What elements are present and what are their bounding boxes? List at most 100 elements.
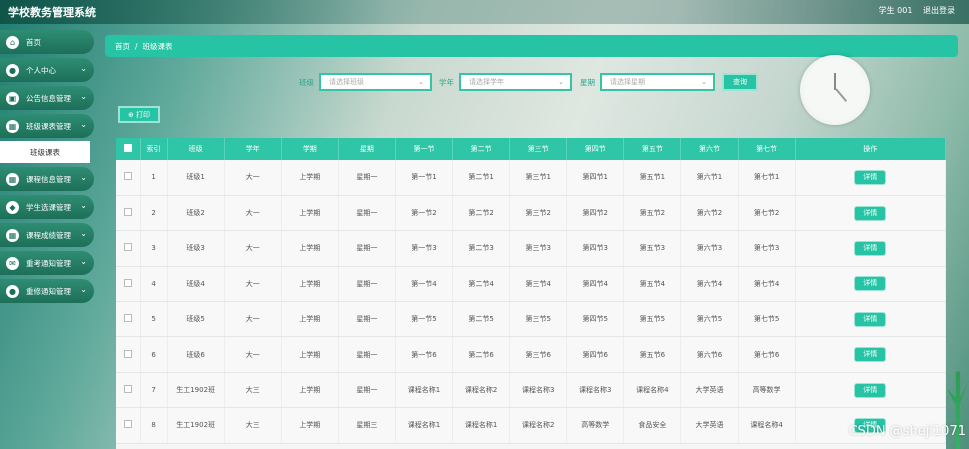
- table-cell: 第一节5: [395, 301, 454, 338]
- column-header[interactable]: 操作: [795, 138, 946, 160]
- table-cell: 第七节4: [738, 266, 796, 303]
- row-checkbox[interactable]: [123, 385, 132, 394]
- column-header[interactable]: 学期: [281, 138, 339, 160]
- notice-icon: ▣: [6, 91, 19, 105]
- row-checkbox[interactable]: [123, 172, 132, 181]
- detail-button[interactable]: 详情: [854, 169, 887, 185]
- column-header[interactable]: 第三节: [509, 138, 568, 160]
- column-header[interactable]: 第七节: [738, 138, 796, 160]
- search-button[interactable]: 查询: [722, 73, 758, 91]
- table-cell: 课程名称1: [395, 372, 454, 409]
- print-button[interactable]: ⊕ 打印: [118, 106, 160, 123]
- sidebar-item[interactable]: ▦ 课程成绩管理 ⌄: [0, 223, 94, 247]
- sidebar-item-label: 课程成绩管理: [26, 230, 71, 240]
- sidebar-item-label: 公告信息管理: [26, 93, 71, 103]
- column-header[interactable]: 第二节: [452, 138, 511, 160]
- year-filter-label: 学年: [439, 78, 454, 87]
- table-cell: 星期三: [338, 407, 396, 444]
- sidebar-item[interactable]: ▦ 班级课表管理 ⌄: [0, 114, 94, 138]
- sidebar-item[interactable]: ● 重修通知管理 ⌄: [0, 279, 94, 303]
- table-cell: 第三节4: [509, 266, 568, 303]
- sidebar-subitem[interactable]: 班级课表: [0, 141, 90, 163]
- detail-button[interactable]: 详情: [854, 240, 887, 256]
- table-cell: 第三节2: [509, 195, 568, 232]
- user-icon: ●: [6, 284, 19, 298]
- column-header[interactable]: 学年: [224, 138, 282, 160]
- column-header[interactable]: 第六节: [680, 138, 739, 160]
- table-cell: 大一: [224, 230, 282, 267]
- table-cell: 大一: [224, 336, 282, 373]
- action-cell: 详情: [795, 336, 946, 373]
- table-cell: 生工1902班: [167, 407, 225, 444]
- table-cell: 第三节3: [509, 230, 568, 267]
- column-header[interactable]: 第四节: [566, 138, 625, 160]
- sidebar-item-label: 重修通知管理: [26, 286, 71, 296]
- table-cell: 第二节4: [452, 266, 511, 303]
- chevron-down-icon: ⌄: [418, 78, 424, 86]
- table-cell: 第三节1: [509, 160, 568, 196]
- chevron-down-icon: ⌄: [558, 78, 564, 86]
- sidebar: ⌂ 首页 ● 个人中心 ⌄ ▣ 公告信息管理 ⌄ ▦ 班级课表管理 ⌄ 班级课表 ▦ 课程信息管理 ⌄ ◆ 学生…: [0, 30, 94, 307]
- table-row: 3 班级3 大一 上学期 星期一 第一节3 第二节3 第三节3 第四节3 第五节3 第六节3 第七节3…: [116, 230, 946, 267]
- sidebar-item[interactable]: ◆ 学生选课管理 ⌄: [0, 195, 94, 219]
- detail-button[interactable]: 详情: [854, 382, 887, 398]
- table-cell: 高等数学: [566, 407, 625, 444]
- sidebar-item-label: 班级课表管理: [26, 121, 71, 131]
- table-cell: 第六节3: [680, 230, 739, 267]
- row-checkbox[interactable]: [123, 208, 132, 217]
- column-header[interactable]: 第一节: [395, 138, 454, 160]
- table-cell: 第四节3: [566, 230, 625, 267]
- table-cell: 班级3: [167, 230, 225, 267]
- table-cell: 课程名称1: [452, 407, 511, 444]
- chevron-down-icon: ⌄: [80, 120, 87, 129]
- class-select[interactable]: 请选择班级 ⌄: [319, 73, 432, 91]
- sidebar-item-label: 课程信息管理: [26, 174, 71, 184]
- row-checkbox[interactable]: [123, 278, 132, 287]
- table-cell: 班级5: [167, 301, 225, 338]
- sidebar-item[interactable]: ✉ 重考通知管理 ⌄: [0, 251, 94, 275]
- watermark: CSDN @sheji1071: [848, 424, 966, 439]
- table-row: 1 班级1 大一 上学期 星期一 第一节1 第二节1 第三节1 第四节1 第五节1 第六节1 第七节1…: [116, 160, 946, 196]
- detail-button[interactable]: 详情: [854, 311, 887, 327]
- row-checkbox[interactable]: [123, 314, 132, 323]
- table-cell: 第二节6: [452, 336, 511, 373]
- table-cell: 5: [140, 301, 168, 338]
- row-checkbox[interactable]: [123, 349, 132, 358]
- table-cell: 星期一: [338, 266, 396, 303]
- table-row: 5 班级5 大一 上学期 星期一 第一节5 第二节5 第三节5 第四节5 第五节5 第六节5 第七节5…: [116, 301, 946, 338]
- sidebar-item[interactable]: ▦ 课程信息管理 ⌄: [0, 167, 94, 191]
- table-cell: 第六节5: [680, 301, 739, 338]
- action-cell: 详情: [795, 372, 946, 409]
- row-checkbox[interactable]: [123, 420, 132, 429]
- table-cell: 第七节6: [738, 336, 796, 373]
- sidebar-item[interactable]: ⌂ 首页: [0, 30, 94, 54]
- year-select[interactable]: 请选择学年 ⌄: [459, 73, 572, 91]
- column-header[interactable]: 班级: [167, 138, 225, 160]
- table-cell: 上学期: [281, 195, 339, 232]
- action-cell: 详情: [795, 301, 946, 338]
- row-select-cell: [116, 372, 141, 409]
- breadcrumb-home[interactable]: 首页: [115, 41, 130, 52]
- table-cell: 上学期: [281, 372, 339, 409]
- detail-button[interactable]: 详情: [854, 205, 887, 221]
- cap-icon: ◆: [6, 200, 19, 214]
- timetable-table: 索引 班级 学年 学期 星期 第一节 第二节 第三节 第四节 第五节 第六节 第七节 操作 1 班级1 大一…: [116, 138, 946, 449]
- table-cell: 大一: [224, 301, 282, 338]
- column-header[interactable]: 第五节: [623, 138, 682, 160]
- detail-button[interactable]: 详情: [854, 276, 887, 292]
- table-cell: 大学英语: [680, 372, 739, 409]
- chevron-down-icon: ⌄: [80, 229, 87, 238]
- table-cell: 高等数学: [738, 372, 796, 409]
- weekday-select[interactable]: 请选择星期 ⌄: [600, 73, 715, 91]
- chevron-down-icon: ⌄: [80, 92, 87, 101]
- select-all-checkbox[interactable]: [123, 144, 132, 152]
- table-cell: 班级2: [167, 195, 225, 232]
- detail-button[interactable]: 详情: [854, 347, 887, 363]
- table-cell: 班级1: [167, 160, 225, 196]
- column-header[interactable]: 星期: [338, 138, 396, 160]
- logout-link[interactable]: 退出登录: [923, 6, 955, 15]
- row-select-cell: [116, 266, 141, 303]
- action-cell: 详情: [795, 160, 946, 196]
- row-checkbox[interactable]: [123, 243, 132, 252]
- column-header[interactable]: 索引: [140, 138, 168, 160]
